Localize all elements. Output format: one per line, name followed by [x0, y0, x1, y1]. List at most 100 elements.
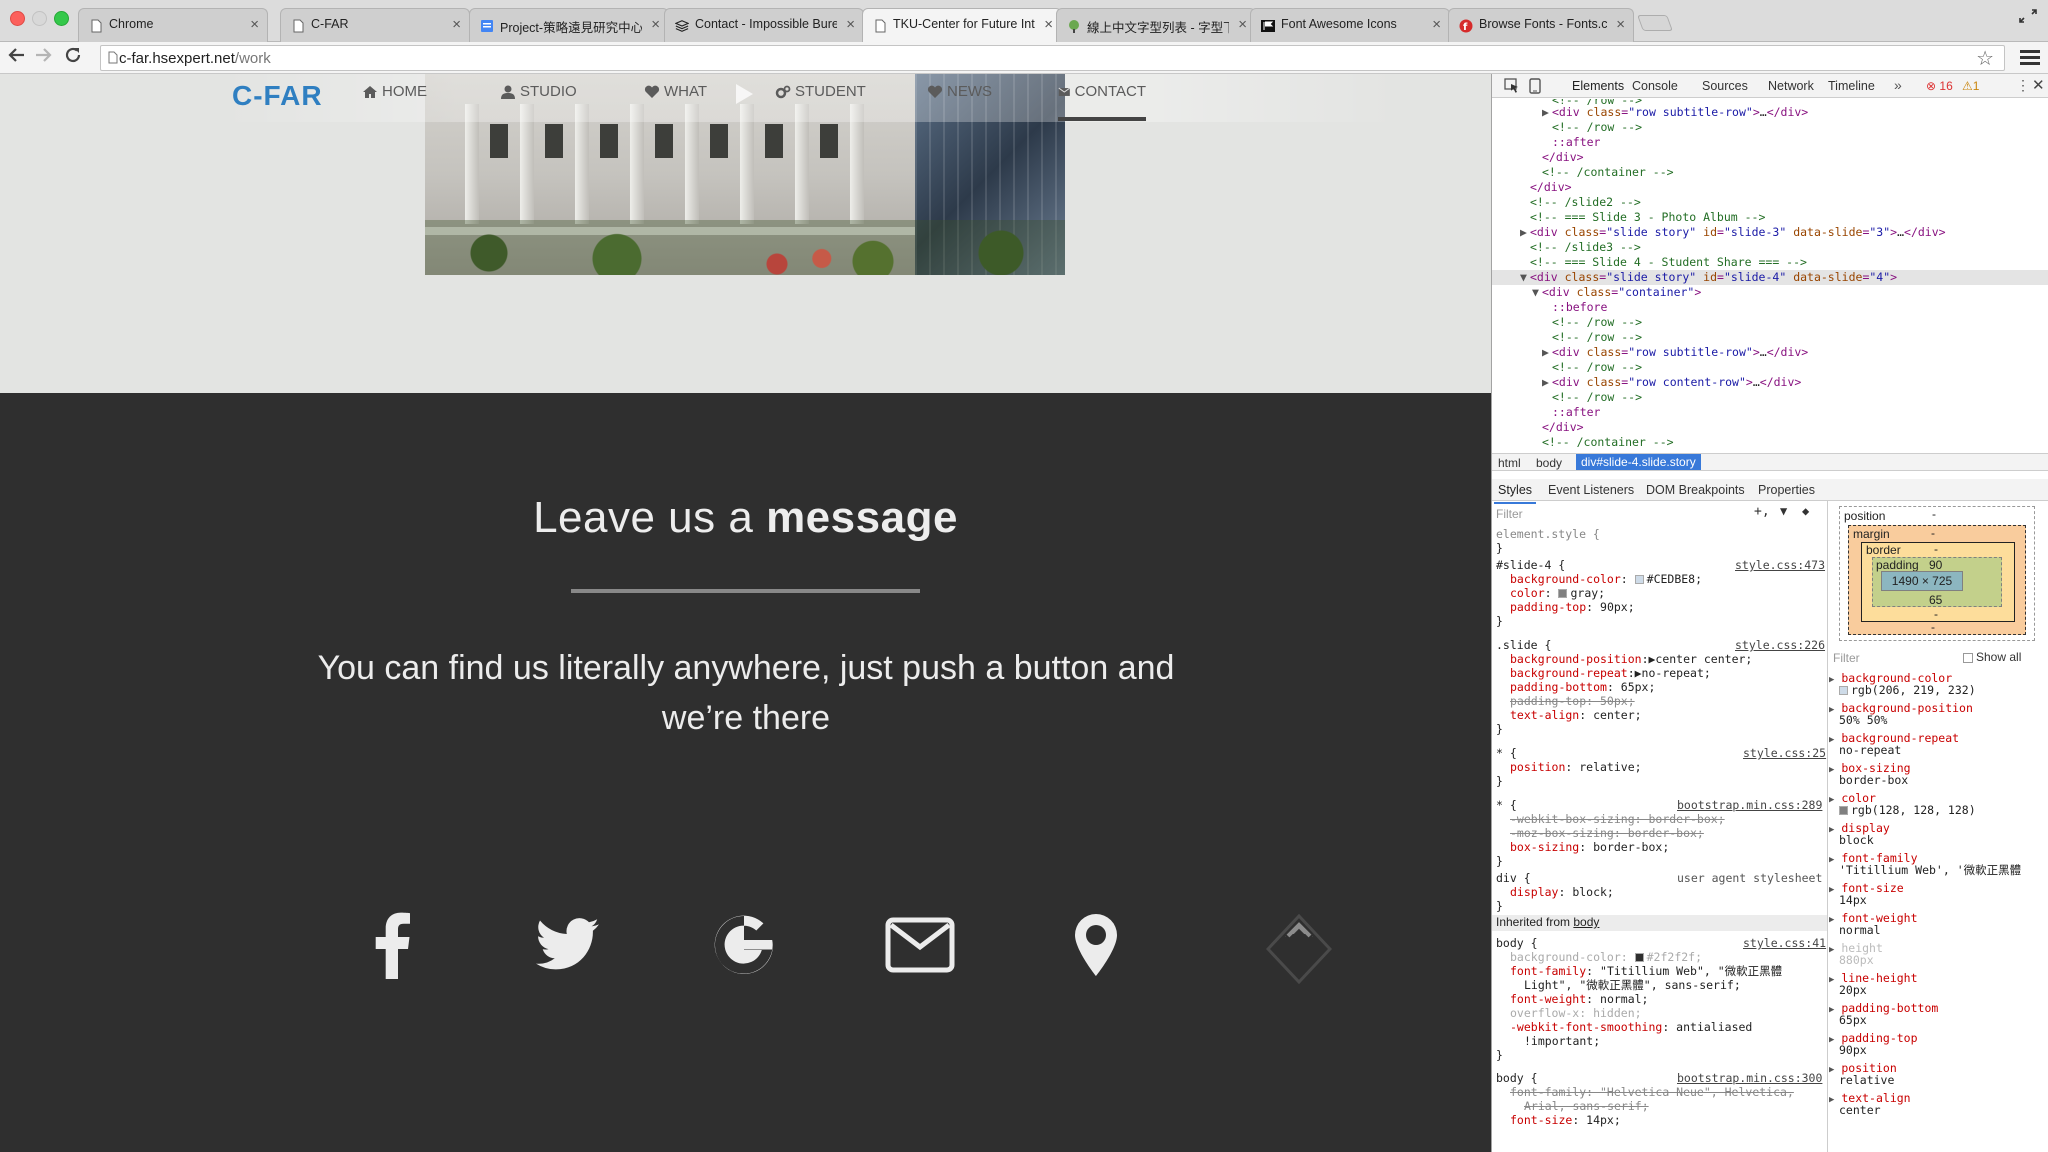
dom-node[interactable]: <!-- /slide3 --> [1492, 240, 2048, 255]
dom-node[interactable]: ::before [1492, 300, 2048, 315]
dom-node[interactable]: ▶ <div class="row content-row">…</div> [1492, 375, 2048, 390]
nav-what[interactable]: WHAT [644, 83, 707, 121]
dom-node-selected[interactable]: ▼ <div class="slide story" id="slide-4" d… [1492, 270, 2048, 285]
subtab-styles[interactable]: Styles [1493, 483, 1537, 504]
inspect-element-icon[interactable] [1504, 78, 1520, 94]
computed-property-value: relative [1839, 1073, 1895, 1087]
crumb-selected[interactable]: div#slide-4.slide.story [1576, 454, 1701, 470]
dom-node[interactable]: ::after [1492, 135, 2048, 150]
devtools-tab-sources[interactable]: Sources [1702, 79, 1748, 93]
nav-home[interactable]: HOME [362, 83, 427, 121]
computed-property-value: 880px [1839, 953, 1874, 967]
forward-button[interactable] [32, 46, 54, 68]
dom-tree[interactable]: <!-- /row --> ▶ <div class="row subtitle-… [1492, 99, 2048, 453]
bookmark-star-icon[interactable]: ☆ [1976, 46, 1994, 71]
tab-chinese-fonts[interactable]: 線上中文字型列表 - 字型下載 × [1056, 8, 1256, 42]
tab-c-far[interactable]: C-FAR × [280, 8, 470, 42]
dom-node[interactable]: <!-- /container --> [1492, 165, 2048, 180]
dom-node[interactable]: <!-- === Slide 3 - Photo Album --> [1492, 210, 2048, 225]
browser-toolbar: c-far.hsexpert.net/work ☆ [0, 42, 2048, 74]
minimize-window-button[interactable] [32, 11, 47, 26]
dom-node[interactable]: ▶ <div class="slide story" id="slide-3" d… [1492, 225, 2048, 240]
crumb-html[interactable]: html [1498, 456, 1521, 470]
tab-project[interactable]: Project-策略遠見研究中心 - × [469, 8, 669, 42]
heart-icon [644, 85, 660, 98]
dom-node[interactable]: <!-- /container --> [1492, 435, 2048, 450]
dom-node[interactable]: <!-- /row --> [1492, 120, 2048, 135]
dom-node[interactable]: <!-- /row --> [1492, 360, 2048, 375]
envelope-icon[interactable] [880, 905, 960, 985]
box-model-diagram: position - margin - border - padding 90 … [1839, 506, 2035, 641]
subtab-event-listeners[interactable]: Event Listeners [1548, 483, 1634, 497]
new-tab-button[interactable] [1637, 15, 1673, 31]
computed-filter-input[interactable]: Filter [1833, 651, 1860, 665]
close-icon[interactable]: × [1616, 16, 1625, 33]
close-icon[interactable]: × [651, 16, 660, 33]
dom-node[interactable]: ::after [1492, 405, 2048, 420]
more-tabs-icon[interactable]: » [1894, 77, 1902, 93]
close-window-button[interactable] [10, 11, 25, 26]
dom-node[interactable]: <!-- === Slide 4 - Student Share === --> [1492, 255, 2048, 270]
subtab-properties[interactable]: Properties [1758, 483, 1815, 497]
back-to-top-icon[interactable] [1259, 909, 1339, 989]
nav-contact[interactable]: CONTACT [1058, 83, 1146, 121]
close-icon[interactable]: × [1238, 16, 1247, 33]
nav-news[interactable]: NEWS [927, 83, 992, 121]
tab-fonts-com[interactable]: f Browse Fonts - Fonts.com × [1448, 8, 1634, 42]
zoom-window-button[interactable] [54, 11, 69, 26]
dom-node[interactable]: <!-- /row --> [1492, 315, 2048, 330]
address-bar[interactable]: c-far.hsexpert.net/work ☆ [100, 45, 2005, 71]
devtools-tab-timeline[interactable]: Timeline [1828, 79, 1875, 93]
devtools-menu-icon[interactable]: ⋮ [2016, 77, 2030, 94]
restore-icon[interactable] [2018, 9, 2038, 27]
new-style-rule-icon[interactable]: +, [1754, 504, 1770, 519]
error-count[interactable]: ⊗ 16 [1926, 79, 1953, 93]
map-marker-icon[interactable] [1056, 905, 1136, 985]
site-logo[interactable]: C-FAR [232, 80, 323, 112]
close-icon[interactable]: × [1432, 16, 1441, 33]
color-format-icon[interactable]: ◆ [1802, 504, 1809, 518]
tab-tku-center[interactable]: TKU-Center for Future Inte × [862, 8, 1062, 43]
crumb-body[interactable]: body [1536, 456, 1562, 470]
devtools-tab-console[interactable]: Console [1632, 79, 1678, 93]
reload-button[interactable] [62, 46, 84, 68]
back-button[interactable] [6, 46, 28, 68]
dom-node[interactable]: <!-- /slide2 --> [1492, 195, 2048, 210]
nav-student[interactable]: STUDENT [775, 83, 866, 121]
devtools-tab-network[interactable]: Network [1768, 79, 1814, 93]
twitter-icon[interactable] [528, 905, 608, 985]
facebook-icon[interactable] [352, 905, 432, 985]
close-devtools-icon[interactable]: ✕ [2032, 76, 2045, 94]
tab-chrome[interactable]: Chrome × [78, 8, 268, 42]
devtools-tab-elements[interactable]: Elements [1572, 79, 1624, 93]
close-icon[interactable]: × [250, 16, 259, 33]
dom-node[interactable]: <!-- /row --> [1492, 330, 2048, 345]
computed-property-value: 65px [1839, 1013, 1867, 1027]
dom-node[interactable]: </div> [1492, 180, 2048, 195]
close-icon[interactable]: × [1044, 16, 1053, 33]
styles-pane[interactable]: Filter +, ▼ ◆ element.style { } #slide-4… [1492, 501, 1828, 1152]
site-navbar: C-FAR HOME STUDIO WHAT STUDENT NEWS CONT… [0, 74, 1491, 122]
dom-node[interactable]: ▶ <div class="row subtitle-row">…</div> [1492, 105, 2048, 120]
dom-node[interactable]: </div> [1492, 420, 2048, 435]
styles-filter-input[interactable]: Filter [1496, 507, 1523, 521]
dom-node[interactable]: ▼ <div class="container"> [1492, 285, 2048, 300]
close-icon[interactable]: × [452, 16, 461, 33]
dom-node[interactable]: </div> [1492, 150, 2048, 165]
tab-contact-impossible[interactable]: Contact - Impossible Burea × [664, 8, 864, 42]
subtab-dom-breakpoints[interactable]: DOM Breakpoints [1646, 483, 1745, 497]
google-icon[interactable] [704, 905, 784, 985]
pin-icon[interactable]: ▼ [1780, 504, 1787, 518]
nav-studio[interactable]: STUDIO [500, 83, 577, 121]
page-viewport: C-FAR HOME STUDIO WHAT STUDENT NEWS CONT… [0, 74, 1491, 1152]
dom-node[interactable]: <!-- /row --> [1492, 390, 2048, 405]
tab-font-awesome[interactable]: Font Awesome Icons × [1250, 8, 1450, 42]
computed-pane[interactable]: position - margin - border - padding 90 … [1829, 501, 2048, 1152]
device-mode-icon[interactable] [1529, 78, 1545, 94]
computed-property-value: 50% 50% [1839, 713, 1888, 727]
close-icon[interactable]: × [846, 16, 855, 33]
warning-count[interactable]: ⚠1 [1962, 79, 1979, 93]
dom-node[interactable]: ▶ <div class="row subtitle-row">…</div> [1492, 345, 2048, 360]
chrome-menu-button[interactable] [2020, 46, 2040, 68]
show-all-checkbox[interactable]: Show all [1963, 650, 2021, 664]
